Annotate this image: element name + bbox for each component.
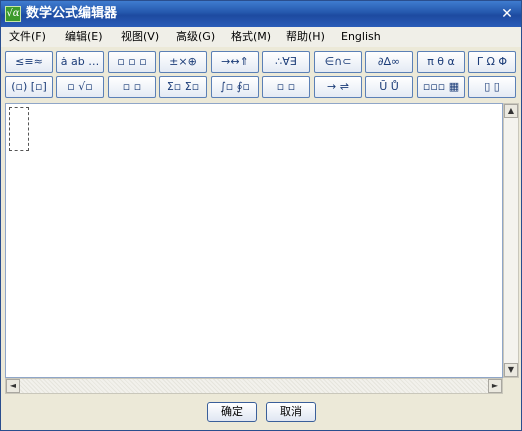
matrices-icon[interactable]: ▫▫▫ ▦ — [417, 76, 465, 98]
cancel-button[interactable]: 取消 — [266, 402, 316, 422]
scroll-up-icon[interactable]: ▲ — [504, 104, 518, 118]
menu-view[interactable]: 视图(V) — [121, 30, 159, 44]
menu-bar: 文件(F) 编辑(E) 视图(V) 高级(G) 格式(M) 帮助(H) Engl… — [1, 27, 521, 47]
equation-editor-window: √α 数学公式编辑器 ✕ 文件(F) 编辑(E) 视图(V) 高级(G) 格式(… — [0, 0, 522, 431]
ok-button[interactable]: 确定 — [207, 402, 257, 422]
symbol-palette-row: ≤≡≈ ȧ ab … ▫ ▫ ▫ ±×⊕ →↔⇑ ∴∀∃ ∈∩⊂ ∂∆∞ π θ… — [5, 51, 519, 75]
products-icon[interactable]: Ū Ů — [365, 76, 413, 98]
template-palette-row: (▫) [▫] ▫ √▫ ▫ ▫ Σ▫ Σ▫ ∫▫ ∮▫ ▫ ▫ → ⇌ Ū Ů… — [5, 76, 519, 100]
labeled-arrows-icon[interactable]: → ⇌ — [314, 76, 362, 98]
menu-help[interactable]: 帮助(H) — [286, 30, 325, 44]
subscript-superscript-icon[interactable]: ▫ ▫ — [108, 76, 156, 98]
greek-lowercase-icon[interactable]: π θ α — [417, 51, 465, 73]
greek-uppercase-icon[interactable]: Γ Ω Φ — [468, 51, 516, 73]
title-bar[interactable]: √α 数学公式编辑器 ✕ — [1, 1, 521, 27]
relations-icon[interactable]: ≤≡≈ — [5, 51, 53, 73]
set-theory-icon[interactable]: ∈∩⊂ — [314, 51, 362, 73]
scroll-left-icon[interactable]: ◄ — [6, 379, 20, 393]
embellishments-icon[interactable]: ▫ ▫ ▫ — [108, 51, 156, 73]
integrals-icon[interactable]: ∫▫ ∮▫ — [211, 76, 259, 98]
menu-format[interactable]: 格式(M) — [231, 30, 271, 44]
menu-edit[interactable]: 编辑(E) — [65, 30, 103, 44]
close-icon[interactable]: ✕ — [499, 6, 515, 22]
misc-symbols-icon[interactable]: ∂∆∞ — [365, 51, 413, 73]
logic-icon[interactable]: ∴∀∃ — [262, 51, 310, 73]
underbar-overbar-icon[interactable]: ▫ ▫ — [262, 76, 310, 98]
menu-advanced[interactable]: 高级(G) — [176, 30, 215, 44]
menu-file[interactable]: 文件(F) — [9, 30, 46, 44]
app-icon: √α — [5, 6, 21, 22]
empty-slot-placeholder[interactable] — [9, 107, 29, 151]
equation-editing-area[interactable] — [5, 103, 503, 378]
window-title: 数学公式编辑器 — [26, 6, 118, 21]
vertical-scrollbar[interactable]: ▲ ▼ — [503, 103, 519, 378]
scroll-down-icon[interactable]: ▼ — [504, 363, 518, 377]
scrollbar-corner — [503, 378, 519, 394]
operators-icon[interactable]: ±×⊕ — [159, 51, 207, 73]
arrows-icon[interactable]: →↔⇑ — [211, 51, 259, 73]
fractions-radicals-icon[interactable]: ▫ √▫ — [56, 76, 104, 98]
summation-icon[interactable]: Σ▫ Σ▫ — [159, 76, 207, 98]
menu-english[interactable]: English — [341, 30, 381, 44]
fences-icon[interactable]: (▫) [▫] — [5, 76, 53, 98]
templates-icon[interactable]: ▯ ▯ — [468, 76, 516, 98]
spaces-dots-icon[interactable]: ȧ ab … — [56, 51, 104, 73]
scroll-right-icon[interactable]: ► — [488, 379, 502, 393]
horizontal-scrollbar[interactable]: ◄ ► — [5, 378, 503, 394]
